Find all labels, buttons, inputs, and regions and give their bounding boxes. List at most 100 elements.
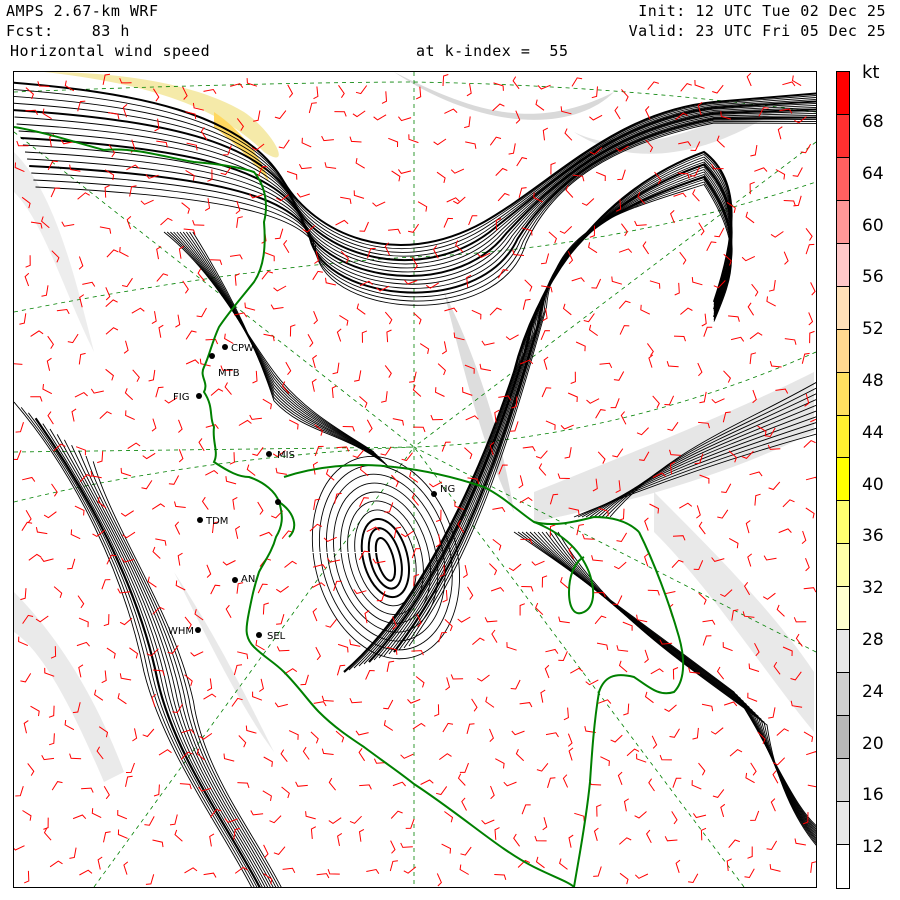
wind-barb [259, 531, 273, 537]
wind-barb [594, 615, 607, 625]
wind-barb [361, 330, 368, 343]
wind-barb [766, 840, 778, 851]
wind-barb [81, 787, 94, 793]
wind-barb [659, 754, 672, 761]
contour-line [521, 531, 816, 830]
wind-barb [207, 169, 213, 182]
wind-barb [768, 481, 781, 491]
wind-barb [41, 285, 49, 297]
wind-barb [238, 419, 252, 426]
colorbar-level-label: 44 [862, 422, 884, 443]
wind-barb [178, 245, 184, 259]
wind-barb [78, 352, 86, 365]
wind-barb [119, 246, 129, 258]
wind-barb [274, 110, 287, 120]
wind-barb [795, 633, 803, 647]
wind-barb [541, 575, 548, 588]
wind-barb [591, 555, 603, 562]
wind-barb [313, 701, 327, 707]
wind-barb [586, 398, 600, 404]
wind-barb [117, 809, 128, 820]
wind-barb [803, 587, 816, 593]
wind-barb [274, 702, 288, 708]
wind-barb [196, 307, 207, 318]
wind-barb [22, 810, 32, 821]
wind-barb [477, 674, 490, 682]
wind-barb [749, 332, 763, 340]
wind-barb [412, 384, 422, 397]
wind-barb [388, 137, 399, 148]
wind-barb [64, 719, 75, 731]
wind-barb [302, 746, 310, 760]
field-name: Horizontal wind speed [10, 42, 211, 60]
wind-barb [97, 451, 104, 464]
wind-barb [262, 398, 272, 410]
wind-barb [439, 753, 452, 761]
wind-barb [127, 442, 141, 450]
wind-barb [82, 281, 96, 287]
wind-barb [328, 817, 342, 825]
wind-barb [125, 775, 133, 787]
wind-barb [20, 673, 32, 683]
wind-barb [123, 861, 129, 875]
wind-barb [728, 839, 740, 849]
station-dot [232, 577, 238, 583]
wind-barb [391, 170, 401, 182]
colorbar-unit: kt [862, 62, 880, 83]
wind-barb [174, 829, 183, 842]
wind-barb [358, 550, 370, 561]
wind-barb [565, 185, 574, 198]
wind-barb [691, 277, 703, 286]
wind-barb [688, 873, 699, 884]
wind-barb [119, 617, 133, 626]
wind-barb [636, 427, 649, 436]
wind-barb [762, 592, 776, 600]
contour-line [398, 178, 732, 651]
colorbar-swatch [837, 458, 849, 502]
wind-barb [259, 678, 264, 692]
wind-barb [436, 171, 446, 184]
wind-barb [324, 162, 337, 169]
wind-barb [74, 505, 85, 516]
wind-barb [30, 330, 44, 337]
wind-barb [132, 728, 138, 742]
station-dot [256, 632, 262, 638]
wind-barb [598, 699, 612, 704]
wind-barb [249, 414, 262, 420]
wind-barb [185, 330, 197, 340]
wind-barb [298, 163, 312, 170]
wind-barb [430, 414, 443, 421]
wind-barb [282, 867, 296, 874]
wind-barb [205, 470, 219, 476]
wind-barb [224, 382, 232, 395]
wind-barb [490, 785, 495, 800]
wind-barb [77, 595, 85, 609]
wind-barb [91, 808, 102, 819]
wind-barb [20, 588, 27, 601]
wind-barb [747, 846, 753, 859]
wind-barb [125, 762, 135, 773]
wind-barb [237, 651, 249, 660]
wind-barb [315, 646, 321, 661]
wind-barb [151, 418, 157, 432]
wind-barb [519, 702, 533, 708]
wind-barb [723, 701, 738, 707]
wind-barb [563, 707, 569, 721]
wind-barb [392, 781, 406, 787]
wind-barb [642, 241, 650, 255]
wind-barb [210, 584, 221, 595]
wind-barb [125, 410, 135, 421]
wind-barb [313, 311, 318, 325]
wind-barb [664, 395, 675, 406]
wind-barb [372, 558, 386, 564]
wind-barb [78, 664, 84, 678]
wind-barb [669, 728, 680, 738]
wind-barb [67, 333, 79, 344]
wind-barb [619, 872, 629, 885]
wind-barb [457, 773, 466, 786]
contour-line [85, 455, 279, 887]
wind-barb [296, 192, 310, 198]
wind-barb [355, 158, 365, 169]
wind-barb [30, 396, 43, 402]
wind-barb [800, 143, 812, 154]
